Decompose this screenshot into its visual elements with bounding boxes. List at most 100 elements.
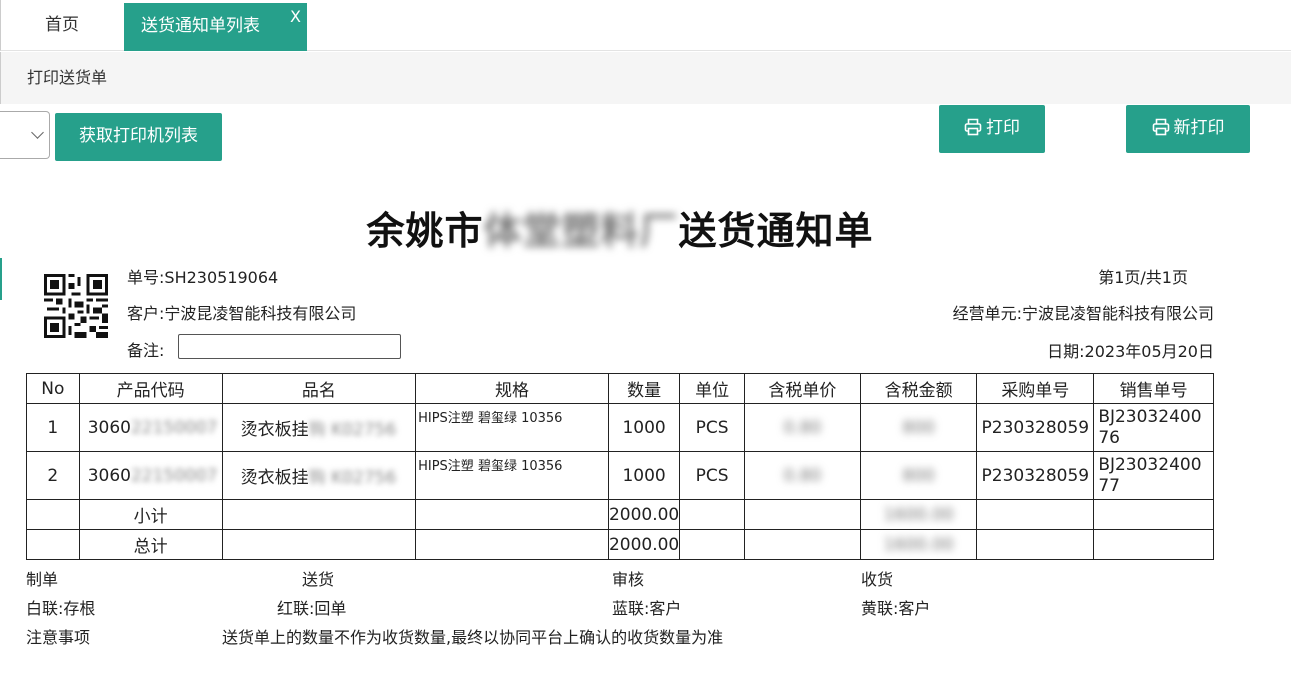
amount-redacted: 800 [902,465,935,486]
new-print-button-label: 新打印 [1173,118,1225,138]
footer-yellow-copy: 黄联:客户 [861,599,931,618]
cell-so-number: BJ2303240076 [1093,403,1214,452]
name-prefix: 烫衣板挂 [240,468,309,488]
code-prefix: 3060 [87,465,131,486]
header-product-name: 品名 [221,373,417,404]
cell-amount: 800 [859,451,978,500]
total-label: 总计 [78,529,223,560]
cell-no: 2 [26,451,80,500]
name-redacted: 钩 K02756 [308,420,397,440]
cell-amount: 800 [859,403,978,452]
cell-unit-price: 0.80 [743,451,861,500]
footer-maker: 制单 [26,570,59,589]
header-so-number: 销售单号 [1093,373,1214,404]
code-redacted: 22150007 [130,465,218,486]
amount-redacted: 800 [902,417,935,438]
table-row: 1 306022150007 烫衣板挂钩 K02756 HIPS注塑 碧玺绿 1… [26,403,1214,452]
print-button-label: 打印 [986,118,1020,138]
header-amount: 含税金额 [859,373,978,404]
cell-spec: HIPS注塑 碧玺绿 10356 [415,403,609,452]
footer-audit: 审核 [612,570,645,589]
remark-input[interactable] [178,334,401,359]
cell-unit-price: 0.80 [743,403,861,452]
cell-product-code: 306022150007 [78,403,223,452]
date: 日期:2023年05月20日 [1047,338,1214,362]
subtotal-row: 小计 2000.00 1600.00 [26,499,1214,530]
close-icon[interactable]: X [290,0,301,40]
header-po-number: 采购单号 [976,373,1095,404]
customer-label: 客户: [127,304,165,323]
customer-value: 宁波昆凌智能科技有限公司 [164,304,357,323]
order-number: 单号:SH230519064 [127,264,278,288]
order-label: 单号: [127,268,165,287]
customer: 客户:宁波昆凌智能科技有限公司 [127,300,356,324]
printer-select[interactable] [0,111,50,159]
document-title: 余姚市体堂塑料厂送货通知单 [0,200,1240,255]
subtotal-amount: 1600.00 [859,499,978,530]
business-unit: 经营单元:宁波昆凌智能科技有限公司 [953,300,1214,324]
footer-red-copy: 红联:回单 [277,599,347,618]
cell-no: 1 [26,403,80,452]
business-unit-label: 经营单元: [952,304,1022,323]
cell-unit: PCS [679,451,745,500]
cell-quantity: 1000 [607,403,681,452]
total-amount-redacted: 1600.00 [883,534,954,555]
tab-delivery-notice-list[interactable]: 送货通知单列表 X [124,3,307,51]
code-redacted: 22150007 [130,417,218,438]
name-prefix: 烫衣板挂 [240,420,309,440]
footer-delivery: 送货 [302,570,335,589]
total-amount: 1600.00 [859,529,978,560]
tab-bar: 首页 送货通知单列表 X [0,0,1291,51]
remark-label: 备注: [127,341,165,360]
price-redacted: 0.80 [783,465,822,486]
name-redacted: 钩 K02756 [308,468,397,488]
cell-spec: HIPS注塑 碧玺绿 10356 [415,451,609,500]
cell-quantity: 1000 [607,451,681,500]
page-info: 第1页/共1页 [1098,268,1188,287]
footer-notes-text: 送货单上的数量不作为收货数量,最终以协同平台上确认的收货数量为准 [222,628,724,647]
cell-product-name: 烫衣板挂钩 K02756 [221,403,417,452]
header-no: No [26,373,80,404]
subtotal-amount-redacted: 1600.00 [883,504,954,525]
cell-so-number: BJ2303240077 [1093,451,1214,500]
business-unit-value: 宁波昆凌智能科技有限公司 [1021,304,1214,323]
order-value: SH230519064 [164,268,279,287]
print-button[interactable]: 打印 [939,105,1045,153]
printer-icon [964,118,982,136]
header-unit: 单位 [679,373,745,404]
total-quantity: 2000.00 [607,529,681,560]
subtotal-quantity: 2000.00 [607,499,681,530]
tab-label: 送货通知单列表 [141,16,260,36]
cell-unit: PCS [679,403,745,452]
tab-home[interactable]: 首页 [1,0,123,51]
table-header-row: No 产品代码 品名 规格 数量 单位 含税单价 含税金额 采购单号 销售单号 [26,373,1214,404]
date-value: 2023年05月20日 [1084,342,1214,361]
total-row: 总计 2000.00 1600.00 [26,529,1214,560]
title-redacted: 体堂塑料厂 [483,209,679,253]
footer-notes-label: 注意事项 [26,628,91,647]
cell-product-code: 306022150007 [78,451,223,500]
header-quantity: 数量 [607,373,681,404]
title-prefix: 余姚市 [366,209,484,253]
cell-product-name: 烫衣板挂钩 K02756 [221,451,417,500]
left-edge-indicator [0,258,2,300]
cell-po-number: P230328059 [976,451,1095,500]
new-print-button[interactable]: 新打印 [1126,105,1250,153]
qr-code-icon [44,274,108,338]
get-printers-button[interactable]: 获取打印机列表 [55,113,222,161]
title-suffix: 送货通知单 [678,209,874,253]
header-spec: 规格 [415,373,609,404]
date-label: 日期: [1047,342,1085,361]
footer-blue-copy: 蓝联:客户 [612,599,682,618]
footer-receive: 收货 [861,570,894,589]
breadcrumb: 打印送货单 [0,52,1291,104]
code-prefix: 3060 [87,417,131,438]
items-table: No 产品代码 品名 规格 数量 单位 含税单价 含税金额 采购单号 销售单号 … [26,373,1214,560]
footer-white-copy: 白联:存根 [26,599,96,618]
printer-icon [1152,118,1169,136]
header-product-code: 产品代码 [78,373,223,404]
price-redacted: 0.80 [783,417,822,438]
subtotal-label: 小计 [78,499,223,530]
cell-po-number: P230328059 [976,403,1095,452]
chevron-down-icon [31,126,44,139]
